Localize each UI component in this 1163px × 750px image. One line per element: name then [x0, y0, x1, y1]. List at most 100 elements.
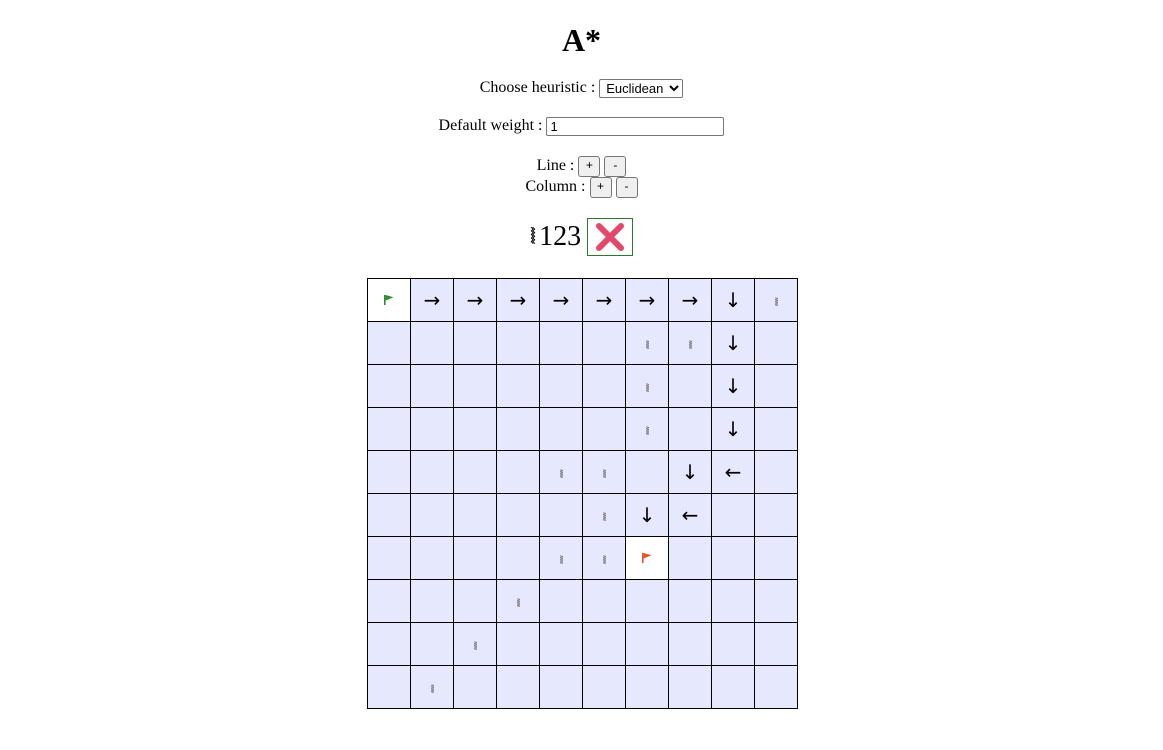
grid-cell[interactable]: → [453, 278, 497, 322]
grid-cell[interactable] [496, 407, 540, 451]
grid-cell[interactable] [496, 450, 540, 494]
grid-cell[interactable] [453, 364, 497, 408]
grid-cell[interactable] [367, 407, 411, 451]
grid-cell[interactable] [496, 622, 540, 666]
erase-tool[interactable] [587, 218, 634, 256]
grid-cell[interactable] [367, 665, 411, 709]
grid-cell[interactable] [367, 493, 411, 537]
grid-cell[interactable] [754, 407, 798, 451]
grid-cell[interactable] [539, 407, 583, 451]
grid-cell[interactable] [754, 536, 798, 580]
grid-cell[interactable]: ↓ [668, 450, 712, 494]
grid-cell[interactable] [711, 622, 755, 666]
weight-tool[interactable]: 123 [539, 221, 581, 253]
grid-cell[interactable] [582, 665, 626, 709]
grid-cell[interactable]: ← [668, 493, 712, 537]
grid-cell[interactable] [410, 536, 454, 580]
grid-cell[interactable] [754, 364, 798, 408]
grid-cell[interactable]: → [410, 278, 454, 322]
grid-cell[interactable]: ⦚⦚ [625, 321, 669, 365]
grid-cell[interactable] [410, 450, 454, 494]
grid-cell[interactable] [453, 450, 497, 494]
grid-cell[interactable] [711, 665, 755, 709]
grid-cell[interactable] [453, 493, 497, 537]
grid-cell[interactable] [582, 321, 626, 365]
grid-cell[interactable] [625, 579, 669, 623]
grid-cell[interactable] [410, 407, 454, 451]
grid-cell[interactable] [453, 579, 497, 623]
grid-cell[interactable] [410, 579, 454, 623]
heuristic-select[interactable]: Euclidean [599, 79, 684, 98]
grid-cell[interactable]: → [496, 278, 540, 322]
grid-cell[interactable] [453, 321, 497, 365]
grid-cell[interactable] [453, 665, 497, 709]
grid-cell[interactable] [711, 536, 755, 580]
grid-cell[interactable]: ⦚⦚ [582, 493, 626, 537]
grid-cell[interactable]: ↓ [711, 278, 755, 322]
grid-cell[interactable] [625, 622, 669, 666]
grid-cell[interactable] [668, 407, 712, 451]
grid-cell[interactable] [582, 622, 626, 666]
grid-cell[interactable] [496, 493, 540, 537]
grid-cell[interactable] [539, 493, 583, 537]
grid-cell[interactable]: ↓ [625, 493, 669, 537]
grid-cell[interactable] [367, 450, 411, 494]
grid-cell[interactable] [582, 579, 626, 623]
grid-cell[interactable] [496, 364, 540, 408]
grid-cell[interactable]: ← [711, 450, 755, 494]
grid-cell[interactable] [711, 493, 755, 537]
grid-cell[interactable] [367, 622, 411, 666]
grid-cell[interactable] [539, 665, 583, 709]
column-plus-button[interactable]: + [589, 177, 612, 198]
grid-cell[interactable]: ↓ [711, 321, 755, 365]
grid-cell[interactable] [754, 622, 798, 666]
grid-cell[interactable]: ⦚⦚ [539, 450, 583, 494]
weight-input[interactable] [546, 117, 725, 136]
grid-cell[interactable]: ⦚⦚ [453, 622, 497, 666]
grid-cell[interactable] [711, 579, 755, 623]
grid-cell[interactable]: ⦚⦚ [582, 536, 626, 580]
grid-cell[interactable] [496, 665, 540, 709]
grid-cell[interactable] [625, 450, 669, 494]
grid-cell[interactable] [496, 536, 540, 580]
grid-cell[interactable] [496, 321, 540, 365]
grid-cell[interactable]: ↓ [711, 364, 755, 408]
grid-cell[interactable] [668, 622, 712, 666]
grid-cell[interactable] [539, 321, 583, 365]
grid-cell[interactable]: ⦚⦚ [539, 536, 583, 580]
grid-cell[interactable] [410, 493, 454, 537]
grid-cell[interactable] [410, 364, 454, 408]
grid-cell[interactable] [539, 364, 583, 408]
grid-cell[interactable] [367, 364, 411, 408]
grid-cell[interactable] [625, 665, 669, 709]
grid-cell[interactable] [410, 321, 454, 365]
line-plus-button[interactable]: + [578, 156, 601, 177]
grid-cell[interactable]: ⦚⦚ [582, 450, 626, 494]
grid-cell[interactable]: ⦚⦚ [625, 407, 669, 451]
grid-cell[interactable]: → [582, 278, 626, 322]
grid-cell[interactable] [668, 536, 712, 580]
grid-cell[interactable] [367, 579, 411, 623]
grid-cell[interactable] [410, 622, 454, 666]
grid-cell[interactable] [582, 407, 626, 451]
line-minus-button[interactable]: - [604, 156, 627, 177]
grid-cell[interactable] [754, 321, 798, 365]
grid-cell[interactable] [367, 536, 411, 580]
grid-cell[interactable]: ↓ [711, 407, 755, 451]
wall-tool[interactable]: ⦚⦚ [530, 225, 536, 250]
grid-cell[interactable] [539, 622, 583, 666]
grid-cell[interactable] [668, 665, 712, 709]
grid-cell[interactable] [754, 450, 798, 494]
grid-cell[interactable]: → [668, 278, 712, 322]
grid-cell[interactable] [754, 665, 798, 709]
grid-cell[interactable]: → [625, 278, 669, 322]
grid-cell[interactable]: → [539, 278, 583, 322]
grid-cell[interactable] [754, 493, 798, 537]
grid-cell[interactable] [668, 364, 712, 408]
grid-cell[interactable] [754, 579, 798, 623]
grid-cell[interactable] [668, 579, 712, 623]
grid-cell[interactable]: ⦚⦚ [668, 321, 712, 365]
grid-cell[interactable]: ⦚⦚ [625, 364, 669, 408]
grid-cell[interactable] [539, 579, 583, 623]
grid-cell[interactable] [625, 536, 669, 580]
